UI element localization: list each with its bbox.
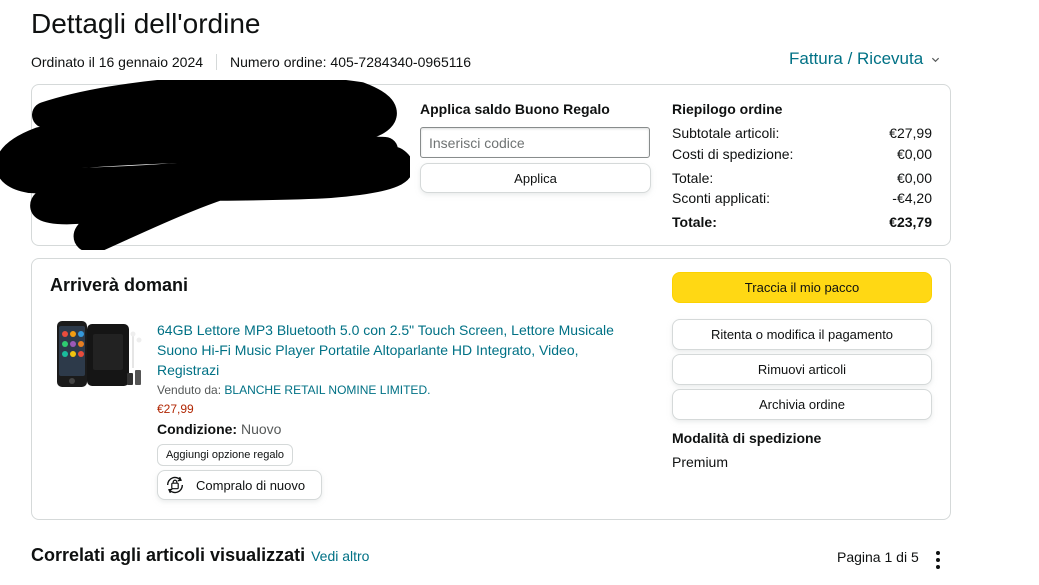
grand-total-value: €23,79 bbox=[889, 214, 932, 230]
redaction-scribble bbox=[0, 80, 410, 250]
order-date: Ordinato il 16 gennaio 2024 bbox=[31, 54, 204, 70]
page-title: Dettagli dell'ordine bbox=[31, 8, 261, 39]
summary-value: -€4,20 bbox=[892, 190, 932, 206]
order-number: Numero ordine: 405-7284340-0965116 bbox=[230, 54, 472, 70]
gift-card-title: Applica saldo Buono Regalo bbox=[420, 101, 610, 117]
retry-payment-button[interactable]: Ritenta o modifica il pagamento bbox=[672, 319, 932, 350]
order-meta: Ordinato il 16 gennaio 2024 Numero ordin… bbox=[31, 54, 471, 70]
summary-row-subtotal: Subtotale articoli: €27,99 bbox=[672, 125, 932, 141]
remove-items-button[interactable]: Rimuovi articoli bbox=[672, 354, 932, 385]
summary-title: Riepilogo ordine bbox=[672, 101, 783, 117]
grand-total-label: Totale: bbox=[672, 214, 717, 230]
meta-divider bbox=[216, 54, 218, 70]
summary-row-grand-total: Totale: €23,79 bbox=[672, 214, 932, 230]
gift-code-input[interactable] bbox=[420, 127, 650, 158]
product-image[interactable] bbox=[53, 318, 145, 392]
summary-value: €0,00 bbox=[896, 146, 932, 162]
sold-by: Venduto da: BLANCHE RETAIL NOMINE LIMITE… bbox=[157, 383, 430, 397]
seller-link[interactable]: BLANCHE RETAIL NOMINE LIMITED. bbox=[224, 383, 430, 397]
apply-button[interactable]: Applica bbox=[420, 163, 651, 193]
item-condition: Condizione: Nuovo bbox=[157, 421, 281, 437]
invoice-label: Fattura / Ricevuta bbox=[789, 49, 924, 68]
item-price: €27,99 bbox=[157, 402, 194, 416]
summary-value: €0,00 bbox=[896, 170, 932, 186]
shipping-mode-title: Modalità di spedizione bbox=[672, 430, 822, 446]
summary-value: €27,99 bbox=[889, 125, 932, 141]
product-title-link[interactable]: 64GB Lettore MP3 Bluetooth 5.0 con 2.5" … bbox=[157, 320, 627, 380]
sold-by-label: Venduto da: bbox=[157, 383, 222, 397]
buy-again-label: Compralo di nuovo bbox=[196, 477, 306, 493]
summary-label: Costi di spedizione: bbox=[672, 146, 794, 162]
chevron-down-icon bbox=[932, 57, 940, 62]
condition-label: Condizione: bbox=[157, 421, 238, 437]
archive-order-button[interactable]: Archivia ordine bbox=[672, 389, 932, 420]
invoice-dropdown[interactable]: Fattura / Ricevuta bbox=[789, 49, 940, 69]
buy-again-icon bbox=[166, 476, 184, 494]
summary-row-shipping: Costi di spedizione: €0,00 bbox=[672, 146, 932, 162]
related-title: Correlati agli articoli visualizzati bbox=[31, 545, 306, 565]
see-more-link[interactable]: Vedi altro bbox=[311, 548, 369, 564]
shipping-mode-value: Premium bbox=[672, 454, 729, 470]
summary-label: Subtotale articoli: bbox=[672, 125, 780, 141]
kebab-menu-icon[interactable] bbox=[933, 549, 943, 571]
summary-row-total: Totale: €0,00 bbox=[672, 170, 932, 186]
summary-row-discounts: Sconti applicati: -€4,20 bbox=[672, 190, 932, 206]
add-gift-option-button[interactable]: Aggiungi opzione regalo bbox=[157, 444, 293, 466]
buy-again-button[interactable]: Compralo di nuovo bbox=[157, 470, 322, 500]
condition-value: Nuovo bbox=[241, 421, 282, 437]
summary-label: Sconti applicati: bbox=[672, 190, 771, 206]
summary-label: Totale: bbox=[672, 170, 714, 186]
track-package-button[interactable]: Traccia il mio pacco bbox=[672, 272, 932, 303]
arrival-heading: Arriverà domani bbox=[50, 275, 189, 295]
pagination-label: Pagina 1 di 5 bbox=[837, 549, 919, 565]
related-section-header: Correlati agli articoli visualizzati Ved… bbox=[31, 545, 369, 566]
